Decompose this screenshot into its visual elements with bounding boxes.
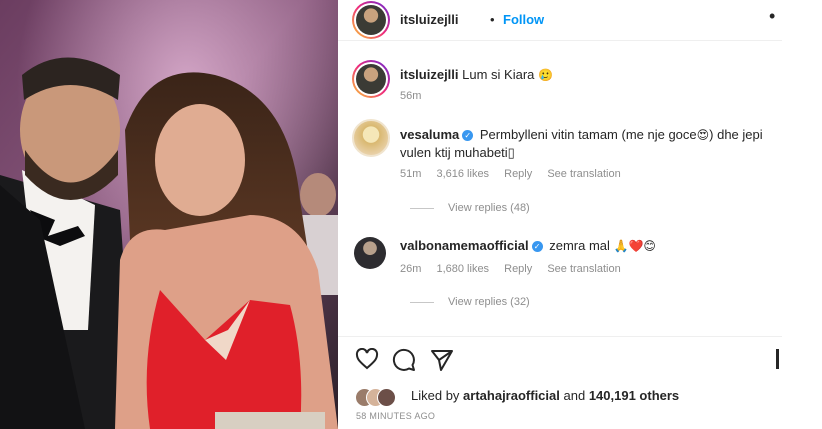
author-username[interactable]: itsluizejlli	[400, 12, 459, 27]
liked-by-prefix: Liked by	[411, 388, 460, 403]
comment-avatar[interactable]	[352, 119, 390, 157]
comment-meta: 51m 3,616 likes Reply See translation	[400, 168, 633, 180]
see-translation-link[interactable]: See translation	[547, 168, 620, 180]
divider	[410, 301, 434, 303]
post-header: itsluizejlli • Follow •	[338, 0, 782, 41]
comment-username[interactable]: valbonamemaofficial	[400, 238, 529, 253]
comment-text-cont: ) dhe jepi	[709, 127, 763, 142]
comment-emoji: 🙏❤️😊	[613, 239, 656, 253]
comment-text-line2-suffix: ▯	[507, 145, 515, 160]
caption-age: 56m	[400, 90, 422, 102]
view-replies-button[interactable]: View replies (48)	[410, 202, 530, 214]
comment-meta: 26m 1,680 likes Reply See translation	[400, 263, 633, 275]
more-dots-icon[interactable]: •	[769, 6, 775, 27]
author-avatar[interactable]	[352, 1, 390, 39]
caption-avatar[interactable]	[352, 60, 390, 98]
comment-text-line2: vulen ktij muhabeti	[400, 145, 508, 160]
comment-likes[interactable]: 3,616 likes	[436, 168, 489, 180]
comment-age: 26m	[400, 263, 422, 275]
comment-icon[interactable]	[392, 348, 416, 377]
comment-age: 51m	[400, 168, 422, 180]
post-photo[interactable]	[0, 0, 338, 429]
heart-icon[interactable]	[355, 347, 379, 375]
verified-icon: ✓	[531, 241, 543, 252]
follow-button[interactable]: Follow	[503, 12, 544, 27]
save-icon[interactable]	[775, 348, 783, 375]
header-separator: •	[490, 12, 495, 27]
reply-button[interactable]: Reply	[504, 168, 532, 180]
view-replies-label: View replies (32)	[448, 296, 530, 308]
liked-by-avatars[interactable]	[355, 388, 407, 407]
reply-button[interactable]: Reply	[504, 263, 532, 275]
view-replies-label: View replies (48)	[448, 202, 530, 214]
comment-likes[interactable]: 1,680 likes	[436, 263, 489, 275]
post-timestamp: 58 MINUTES AGO	[356, 411, 436, 421]
comment-text: Permbylleni vitin tamam (me nje goce	[479, 127, 697, 142]
view-replies-button[interactable]: View replies (32)	[410, 296, 530, 308]
liked-by-and: and	[563, 388, 586, 403]
likes-summary: Liked by artahajraofficial and 140,191 o…	[411, 388, 679, 403]
caption-text: Lum si Kiara	[462, 67, 535, 82]
comment-text: zemra mal	[549, 238, 610, 253]
post-image	[0, 0, 338, 429]
comment-avatar[interactable]	[354, 237, 386, 269]
share-icon[interactable]	[430, 348, 454, 377]
comment-emoji: 😍	[696, 128, 710, 142]
caption-emoji: 🥲	[538, 68, 553, 82]
caption-username[interactable]: itsluizejlli	[400, 67, 459, 82]
section-divider	[338, 336, 782, 337]
divider	[410, 207, 434, 209]
see-translation-link[interactable]: See translation	[547, 263, 620, 275]
comment-username[interactable]: vesaluma	[400, 127, 459, 142]
verified-icon: ✓	[462, 130, 474, 141]
liked-by-user[interactable]: artahajraofficial	[463, 388, 560, 403]
post-details-panel: itsluizejlli • Follow • itsluizejlli Lum…	[338, 0, 822, 429]
liked-by-others[interactable]: 140,191 others	[589, 388, 679, 403]
